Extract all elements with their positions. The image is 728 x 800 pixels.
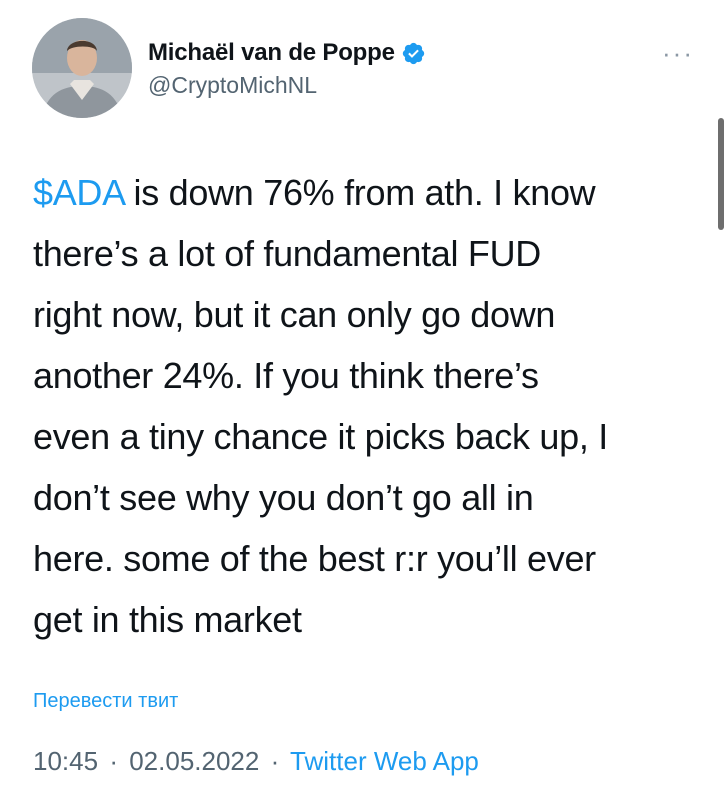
tweet-line: right now, but it can only go down: [33, 294, 556, 335]
display-name[interactable]: Michaël van de Poppe: [148, 39, 395, 67]
translate-tweet-link[interactable]: Перевести твит: [33, 690, 178, 713]
tweet-line: get in this market: [33, 599, 302, 640]
user-handle[interactable]: @CryptoMichNL: [148, 72, 426, 99]
separator: ·: [270, 746, 280, 776]
tweet-date[interactable]: 02.05.2022: [129, 746, 259, 776]
verified-badge-icon: [401, 41, 426, 66]
tweet-metadata: 10:45 · 02.05.2022 · Twitter Web App: [33, 746, 479, 777]
tweet-line: don’t see why you don’t go all in: [33, 477, 534, 518]
tweet-card: Michaël van de Poppe @CryptoMichNL ··· $…: [0, 0, 728, 800]
separator: ·: [109, 746, 118, 776]
tweet-header: Michaël van de Poppe @CryptoMichNL ···: [32, 18, 708, 118]
user-identity: Michaël van de Poppe @CryptoMichNL: [148, 37, 426, 99]
tweet-line: $ADA is down 76% from ath. I know: [33, 162, 703, 223]
scrollbar[interactable]: [718, 118, 724, 230]
tweet-text: $ADA is down 76% from ath. I know there’…: [33, 162, 703, 650]
tweet-line-text: is down 76% from ath. I know: [123, 172, 596, 213]
cashtag-link[interactable]: $ADA: [33, 172, 124, 213]
tweet-line: another 24%. If you think there’s: [33, 355, 539, 396]
source-app-link[interactable]: Twitter Web App: [290, 746, 479, 776]
name-row: Michaël van de Poppe: [148, 37, 426, 69]
tweet-line: even a tiny chance it picks back up, I: [33, 416, 608, 457]
tweet-time[interactable]: 10:45: [33, 746, 98, 776]
tweet-line: here. some of the best r:r you’ll ever: [33, 538, 596, 579]
avatar[interactable]: [32, 18, 132, 118]
tweet-line: there’s a lot of fundamental FUD: [33, 233, 542, 274]
more-options-icon[interactable]: ···: [662, 40, 694, 66]
